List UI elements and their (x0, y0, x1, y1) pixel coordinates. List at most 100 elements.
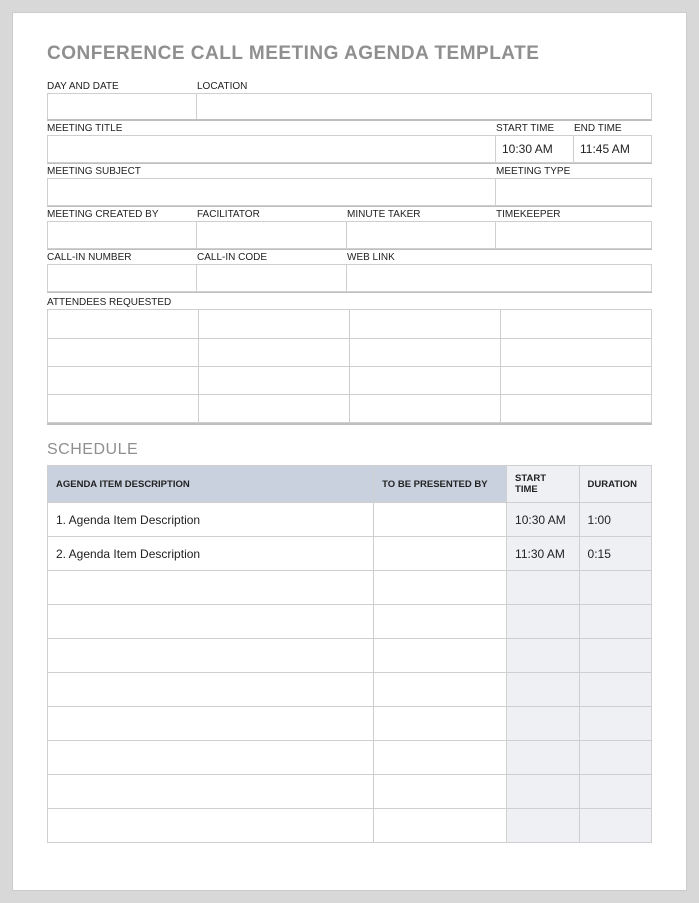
cell-start[interactable] (507, 775, 579, 809)
field-created-by[interactable] (47, 221, 197, 249)
attendee-cell[interactable] (48, 394, 199, 422)
cell-start[interactable]: 11:30 AM (507, 537, 579, 571)
field-callin-number[interactable] (47, 264, 197, 292)
attendee-cell[interactable] (350, 366, 501, 394)
attendees-block: ATTENDEES REQUESTED (47, 295, 652, 425)
field-timekeeper[interactable] (496, 221, 652, 249)
field-minute-taker[interactable] (347, 221, 496, 249)
divider (47, 423, 652, 425)
row-subject-type: MEETING SUBJECT MEETING TYPE (47, 164, 652, 206)
attendee-cell[interactable] (501, 338, 651, 366)
cell-start[interactable] (507, 809, 579, 843)
attendee-cell[interactable] (199, 338, 350, 366)
table-row (48, 673, 652, 707)
field-start-time[interactable]: 10:30 AM (496, 135, 574, 163)
label-web-link: WEB LINK (347, 250, 652, 264)
label-minute-taker: MINUTE TAKER (347, 207, 496, 221)
cell-description[interactable] (48, 707, 374, 741)
cell-presenter[interactable] (374, 571, 507, 605)
cell-description[interactable] (48, 809, 374, 843)
attendee-cell[interactable] (48, 366, 199, 394)
cell-description[interactable] (48, 605, 374, 639)
cell-start[interactable] (507, 741, 579, 775)
cell-duration[interactable] (579, 741, 651, 775)
attendee-cell[interactable] (350, 394, 501, 422)
th-presenter: TO BE PRESENTED BY (374, 466, 507, 503)
label-start-time: START TIME (496, 121, 574, 135)
field-web-link[interactable] (347, 264, 652, 292)
cell-duration[interactable] (579, 639, 651, 673)
row-callin: CALL-IN NUMBER CALL-IN CODE WEB LINK (47, 250, 652, 292)
field-end-time[interactable]: 11:45 AM (574, 135, 652, 163)
label-callin-number: CALL-IN NUMBER (47, 250, 197, 264)
field-meeting-type[interactable] (496, 178, 652, 206)
label-facilitator: FACILITATOR (197, 207, 347, 221)
attendee-cell[interactable] (48, 310, 199, 338)
field-meeting-subject[interactable] (47, 178, 496, 206)
attendee-cell[interactable] (501, 366, 651, 394)
cell-start[interactable] (507, 605, 579, 639)
label-end-time: END TIME (574, 121, 652, 135)
cell-presenter[interactable] (374, 707, 507, 741)
schedule-title: SCHEDULE (47, 441, 652, 459)
cell-description[interactable]: 2. Agenda Item Description (48, 537, 374, 571)
attendee-cell[interactable] (199, 366, 350, 394)
table-row (48, 809, 652, 843)
cell-duration[interactable] (579, 707, 651, 741)
cell-presenter[interactable] (374, 537, 507, 571)
cell-start[interactable] (507, 571, 579, 605)
attendees-grid (47, 309, 652, 423)
cell-start[interactable] (507, 707, 579, 741)
cell-presenter[interactable] (374, 673, 507, 707)
row-roles: MEETING CREATED BY FACILITATOR MINUTE TA… (47, 207, 652, 249)
field-day-date[interactable] (47, 93, 197, 121)
attendee-cell[interactable] (501, 394, 651, 422)
cell-description[interactable] (48, 571, 374, 605)
field-meeting-title[interactable] (47, 135, 496, 163)
cell-duration[interactable] (579, 775, 651, 809)
attendee-cell[interactable] (48, 338, 199, 366)
cell-description[interactable] (48, 775, 374, 809)
cell-presenter[interactable] (374, 741, 507, 775)
cell-start[interactable]: 10:30 AM (507, 503, 579, 537)
cell-presenter[interactable] (374, 809, 507, 843)
label-created-by: MEETING CREATED BY (47, 207, 197, 221)
attendee-cell[interactable] (501, 310, 651, 338)
table-row: 2. Agenda Item Description 11:30 AM0:15 (48, 537, 652, 571)
attendee-cell[interactable] (350, 310, 501, 338)
table-row (48, 571, 652, 605)
table-row (48, 775, 652, 809)
schedule-table: AGENDA ITEM DESCRIPTION TO BE PRESENTED … (47, 465, 652, 843)
cell-start[interactable] (507, 639, 579, 673)
table-row (48, 741, 652, 775)
document-page: CONFERENCE CALL MEETING AGENDA TEMPLATE … (12, 12, 687, 891)
attendee-cell[interactable] (199, 394, 350, 422)
cell-description[interactable] (48, 673, 374, 707)
cell-duration[interactable]: 0:15 (579, 537, 651, 571)
th-description: AGENDA ITEM DESCRIPTION (48, 466, 374, 503)
attendee-cell[interactable] (199, 310, 350, 338)
cell-duration[interactable] (579, 673, 651, 707)
label-meeting-type: MEETING TYPE (496, 164, 652, 178)
label-timekeeper: TIMEKEEPER (496, 207, 652, 221)
cell-duration[interactable] (579, 605, 651, 639)
cell-presenter[interactable] (374, 605, 507, 639)
cell-presenter[interactable] (374, 503, 507, 537)
cell-start[interactable] (507, 673, 579, 707)
cell-duration[interactable] (579, 809, 651, 843)
cell-description[interactable] (48, 741, 374, 775)
field-callin-code[interactable] (197, 264, 347, 292)
cell-duration[interactable]: 1:00 (579, 503, 651, 537)
row-title-times: MEETING TITLE START TIME 10:30 AM END TI… (47, 121, 652, 163)
th-start: START TIME (507, 466, 579, 503)
field-facilitator[interactable] (197, 221, 347, 249)
table-row (48, 639, 652, 673)
cell-presenter[interactable] (374, 775, 507, 809)
cell-presenter[interactable] (374, 639, 507, 673)
attendee-cell[interactable] (350, 338, 501, 366)
cell-duration[interactable] (579, 571, 651, 605)
cell-description[interactable] (48, 639, 374, 673)
cell-description[interactable]: 1. Agenda Item Description (48, 503, 374, 537)
page-title: CONFERENCE CALL MEETING AGENDA TEMPLATE (47, 43, 652, 65)
field-location[interactable] (197, 93, 652, 121)
